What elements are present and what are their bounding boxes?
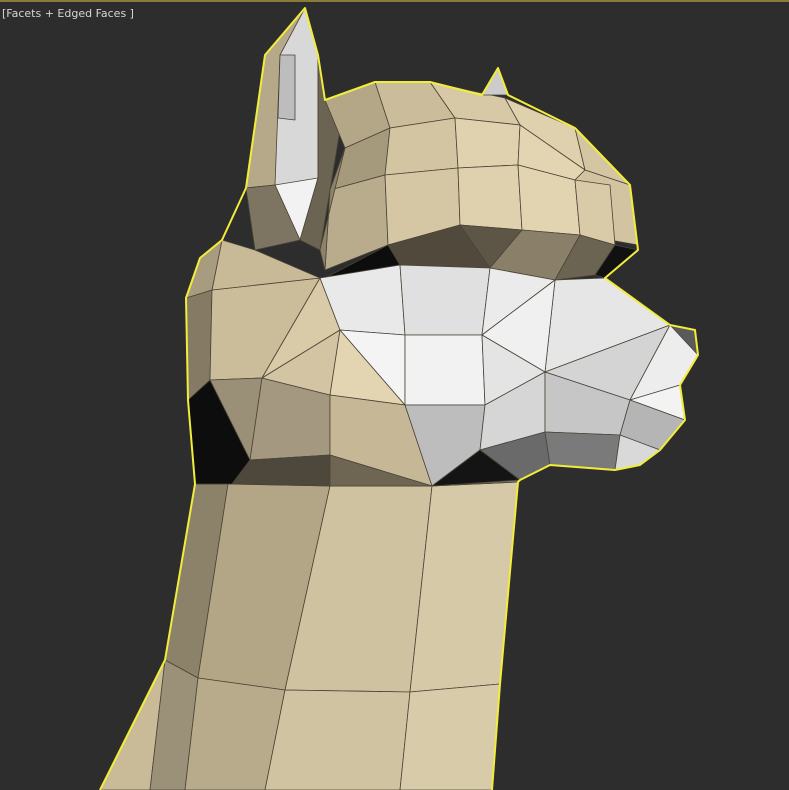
brow-face-3: [457, 164, 523, 231]
forehead-face-3: [454, 117, 521, 169]
alpaca-model[interactable]: [0, 0, 789, 790]
muzzle-face-2: [399, 264, 491, 336]
muzzle-face-7: [404, 334, 486, 406]
viewport-shading-label[interactable]: [Facets + Edged Faces ]: [2, 7, 134, 20]
ear-left-inner-face-3: [277, 54, 296, 121]
3d-viewport[interactable]: [Facets + Edged Faces ]: [0, 0, 789, 790]
lip-face-2: [544, 431, 621, 471]
neck-face-5: [264, 689, 411, 790]
alpaca-body: [99, 7, 699, 790]
neck-face-6: [399, 683, 501, 790]
